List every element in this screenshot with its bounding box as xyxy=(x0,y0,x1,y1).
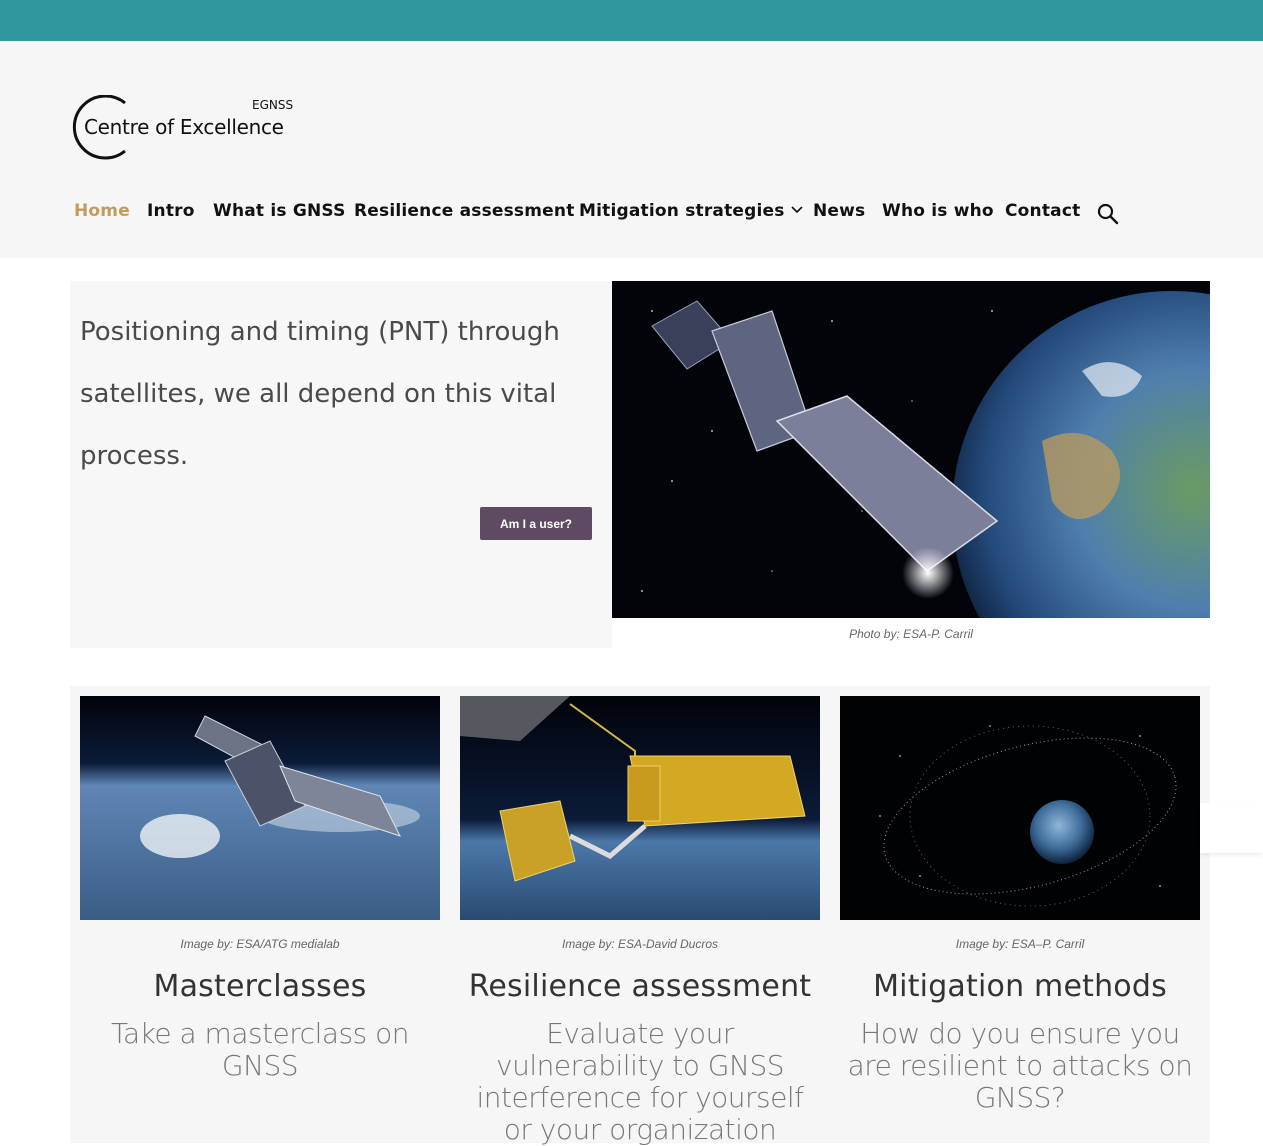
nav-what-is-gnss[interactable]: What is GNSS xyxy=(213,201,346,221)
card-mitigation-methods[interactable]: Image by: ESA–P. Carril Mitigation metho… xyxy=(840,696,1200,1114)
card-mitigation-image xyxy=(840,696,1200,920)
card-resilience-title[interactable]: Resilience assessment xyxy=(460,969,820,1004)
nav-intro[interactable]: Intro xyxy=(147,201,195,221)
hero-tagline: Positioning and timing (PNT) through sat… xyxy=(80,317,560,471)
am-i-a-user-button[interactable]: Am I a user? xyxy=(480,507,592,540)
feature-cards-section: Image by: ESA/ATG medialab Masterclasses… xyxy=(70,686,1210,1146)
card-masterclasses-title[interactable]: Masterclasses xyxy=(80,969,440,1004)
logo-egnss-text: EGNSS xyxy=(252,98,294,112)
card-masterclasses-image xyxy=(80,696,440,920)
card-mitigation-title[interactable]: Mitigation methods xyxy=(840,969,1200,1004)
nav-resilience-assessment[interactable]: Resilience assessment xyxy=(354,201,575,221)
card-masterclasses[interactable]: Image by: ESA/ATG medialab Masterclasses… xyxy=(80,696,440,1082)
hero-intro-panel: Positioning and timing (PNT) through sat… xyxy=(70,281,612,648)
side-floating-tab xyxy=(1200,803,1263,853)
robotic-arm-satellite-illustration xyxy=(460,696,820,920)
card-masterclasses-caption: Image by: ESA/ATG medialab xyxy=(180,937,340,951)
earth-debris-illustration xyxy=(840,696,1200,920)
card-resilience-caption: Image by: ESA-David Ducros xyxy=(561,937,719,951)
nav-mitigation-label: Mitigation strategies xyxy=(579,201,785,221)
nav-who-is-who[interactable]: Who is who xyxy=(882,201,994,221)
satellite-over-earth-illustration xyxy=(80,696,440,920)
nav-home[interactable]: Home xyxy=(74,201,130,221)
nav-news[interactable]: News xyxy=(813,201,865,221)
site-logo[interactable]: EGNSS Centre of Excellence xyxy=(63,95,303,161)
card-mitigation-description: How do you ensure you are resilient to a… xyxy=(847,1017,1193,1114)
nav-contact[interactable]: Contact xyxy=(1005,201,1080,221)
card-resilience-image xyxy=(460,696,820,920)
card-resilience-assessment[interactable]: Image by: ESA-David Ducros Resilience as… xyxy=(460,696,820,1146)
hero-satellite-image xyxy=(612,281,1210,618)
satellite-earth-illustration xyxy=(612,281,1210,618)
search-icon[interactable] xyxy=(1097,203,1119,225)
chevron-down-icon xyxy=(791,205,803,213)
card-masterclasses-description: Take a masterclass on GNSS xyxy=(111,1017,409,1082)
logo-title-text: Centre of Excellence xyxy=(84,115,284,139)
card-mitigation-caption: Image by: ESA–P. Carril xyxy=(955,937,1085,951)
card-resilience-description: Evaluate your vulnerability to GNSS inte… xyxy=(476,1017,804,1146)
nav-mitigation-strategies[interactable]: Mitigation strategies xyxy=(579,201,803,221)
hero-photo-caption: Photo by: ESA-P. Carril xyxy=(849,627,973,641)
top-accent-bar xyxy=(0,0,1263,41)
